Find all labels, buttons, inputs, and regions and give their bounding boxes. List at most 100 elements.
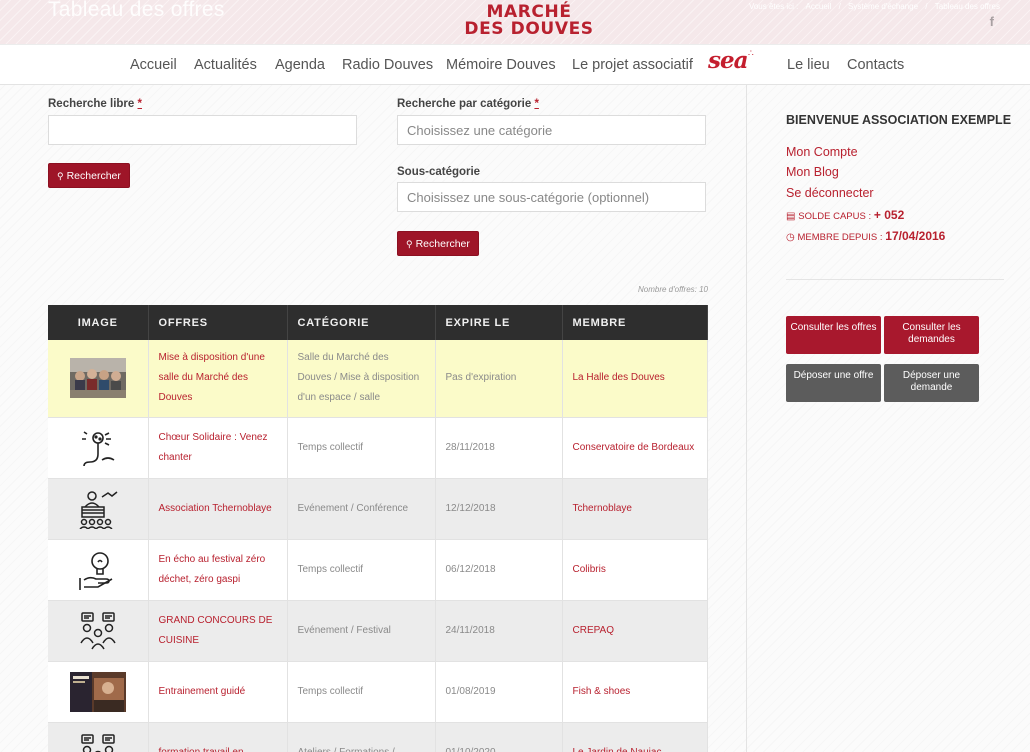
col-image[interactable]: IMAGE <box>48 305 149 340</box>
member-since-info: ◷ MEMBRE DEPUIS : 17/04/2016 <box>786 229 945 243</box>
facebook-icon[interactable]: f <box>990 14 994 29</box>
sea-dots-icon: ∴ <box>748 48 754 58</box>
row-member-link[interactable]: La Halle des Douves <box>562 340 708 418</box>
singing-microphone-icon[interactable] <box>70 428 126 468</box>
table-row[interactable]: Mise à disposition d'une salle du Marché… <box>48 340 708 418</box>
col-expire[interactable]: EXPIRE LE <box>435 305 563 340</box>
search-button-right[interactable]: ⚲ Rechercher <box>397 231 479 256</box>
table-row[interactable]: En écho au festival zéro déchet, zéro ga… <box>48 539 708 601</box>
search-button-label: Rechercher <box>66 170 121 182</box>
row-offer-link[interactable]: Association Tchernoblaye <box>148 478 288 540</box>
main-nav: Accueil Actualités Agenda Radio Douves M… <box>0 44 1030 85</box>
site-logo[interactable]: MARCHÉ DES DOUVES <box>454 4 604 38</box>
conference-icon[interactable] <box>70 489 126 529</box>
welcome-heading: BIENVENUE ASSOCIATION EXEMPLE <box>786 113 1012 127</box>
table-row[interactable]: Entrainement guidé Temps collectif 01/08… <box>48 661 708 723</box>
row-offer-link[interactable]: Chœur Solidaire : Venez chanter <box>148 417 288 479</box>
poster-photo-icon[interactable] <box>69 671 126 712</box>
nav-contacts[interactable]: Contacts <box>847 57 904 73</box>
breadcrumb-prefix: Vous êtes ici : <box>748 2 799 11</box>
link-mon-blog[interactable]: Mon Blog <box>786 165 839 179</box>
nav-radio-douves[interactable]: Radio Douves <box>342 57 433 73</box>
post-offer-button[interactable]: Déposer une offre <box>786 364 881 402</box>
balance-value: + 052 <box>873 208 905 222</box>
balance-label: SOLDE CAPUS : <box>798 211 872 222</box>
post-request-button[interactable]: Déposer une demande <box>884 364 979 402</box>
row-expires: 01/08/2019 <box>435 661 563 723</box>
row-member-link[interactable]: Le Jardin de Naujac <box>562 722 708 752</box>
nav-accueil[interactable]: Accueil <box>130 57 177 73</box>
consult-requests-button[interactable]: Consulter les demandes <box>884 316 979 354</box>
nav-le-lieu[interactable]: Le lieu <box>787 57 830 73</box>
nav-projet-associatif[interactable]: Le projet associatif <box>572 57 693 73</box>
col-membre[interactable]: MEMBRE <box>562 305 708 340</box>
row-member-link[interactable]: Tchernoblaye <box>562 478 708 540</box>
photo-group-icon[interactable] <box>69 358 126 399</box>
row-expires: 06/12/2018 <box>435 539 563 601</box>
idea-hand-icon[interactable] <box>70 550 126 590</box>
row-category: Ateliers / Formations / <box>287 722 436 752</box>
row-image-cell[interactable] <box>48 417 149 479</box>
row-expires: 01/10/2020 <box>435 722 563 752</box>
category-select[interactable]: Choisissez une catégorie <box>397 115 706 145</box>
row-offer-link[interactable]: formation travail en <box>148 722 288 752</box>
breadcrumb-exchange[interactable]: Système d'échange <box>848 2 918 11</box>
nav-actualites[interactable]: Actualités <box>194 57 257 73</box>
link-mon-compte[interactable]: Mon Compte <box>786 145 858 159</box>
row-category: Temps collectif <box>287 417 436 479</box>
sidebar-divider <box>746 85 747 752</box>
row-offer-link[interactable]: GRAND CONCOURS DE CUISINE <box>148 600 288 662</box>
row-image-cell[interactable] <box>48 661 149 723</box>
required-mark: * <box>137 98 142 110</box>
table-row[interactable]: formation travail en Ateliers / Formatio… <box>48 722 708 752</box>
row-member-link[interactable]: Colibris <box>562 539 708 601</box>
free-search-input[interactable] <box>48 115 357 145</box>
consult-offers-button[interactable]: Consulter les offres <box>786 316 881 354</box>
row-offer-link[interactable]: Mise à disposition d'une salle du Marché… <box>148 340 288 418</box>
category-label: Recherche par catégorie * <box>397 98 539 110</box>
subcategory-select[interactable]: Choisissez une sous-catégorie (optionnel… <box>397 182 706 212</box>
breadcrumb-current: Tableau des offres <box>934 2 1000 11</box>
link-se-deconnecter[interactable]: Se déconnecter <box>786 186 874 200</box>
member-since-label: MEMBRE DEPUIS : <box>797 232 883 243</box>
subcategory-label: Sous-catégorie <box>397 166 481 178</box>
member-since-value: 17/04/2016 <box>885 229 946 243</box>
discussion-people-icon[interactable] <box>70 733 126 752</box>
row-member-link[interactable]: Conservatoire de Bordeaux <box>562 417 708 479</box>
row-image-cell[interactable] <box>48 340 149 418</box>
sea-logo[interactable]: sea <box>708 47 748 74</box>
col-offres[interactable]: OFFRES <box>148 305 288 340</box>
page-title: Tableau des offres <box>48 0 225 21</box>
required-mark: * <box>534 98 539 110</box>
row-image-cell[interactable] <box>48 722 149 752</box>
nav-memoire-douves[interactable]: Mémoire Douves <box>446 57 556 73</box>
table-row[interactable]: Association Tchernoblaye Evénement / Con… <box>48 478 708 540</box>
offer-count: Nombre d'offres: 10 <box>637 285 708 294</box>
row-offer-link[interactable]: En écho au festival zéro déchet, zéro ga… <box>148 539 288 601</box>
row-image-cell[interactable] <box>48 539 149 601</box>
search-button-label: Rechercher <box>415 238 470 250</box>
breadcrumb-sep: / <box>838 2 841 11</box>
offers-table: IMAGE OFFRES CATÉGORIE EXPIRE LE MEMBRE … <box>48 305 708 752</box>
row-category: Temps collectif <box>287 661 436 723</box>
breadcrumb: Vous êtes ici : Accueil / Système d'écha… <box>744 2 1000 11</box>
clock-icon: ◷ <box>786 232 795 243</box>
table-row[interactable]: Chœur Solidaire : Venez chanter Temps co… <box>48 417 708 479</box>
breadcrumb-sep: / <box>925 2 928 11</box>
row-image-cell[interactable] <box>48 600 149 662</box>
col-categorie[interactable]: CATÉGORIE <box>287 305 436 340</box>
row-member-link[interactable]: Fish & shoes <box>562 661 708 723</box>
free-search-label: Recherche libre * <box>48 98 142 110</box>
row-expires: 24/11/2018 <box>435 600 563 662</box>
row-member-link[interactable]: CREPAQ <box>562 600 708 662</box>
discussion-people-icon[interactable] <box>70 611 126 651</box>
table-row[interactable]: GRAND CONCOURS DE CUISINE Evénement / Fe… <box>48 600 708 662</box>
balance-info: ▤ SOLDE CAPUS : + 052 <box>786 208 904 222</box>
row-image-cell[interactable] <box>48 478 149 540</box>
nav-agenda[interactable]: Agenda <box>275 57 325 73</box>
breadcrumb-home[interactable]: Accueil <box>806 2 832 11</box>
search-button-left[interactable]: ⚲ Rechercher <box>48 163 130 188</box>
row-offer-link[interactable]: Entrainement guidé <box>148 661 288 723</box>
row-category: Salle du Marché des Douves / Mise à disp… <box>287 340 436 418</box>
row-category: Evénement / Festival <box>287 600 436 662</box>
